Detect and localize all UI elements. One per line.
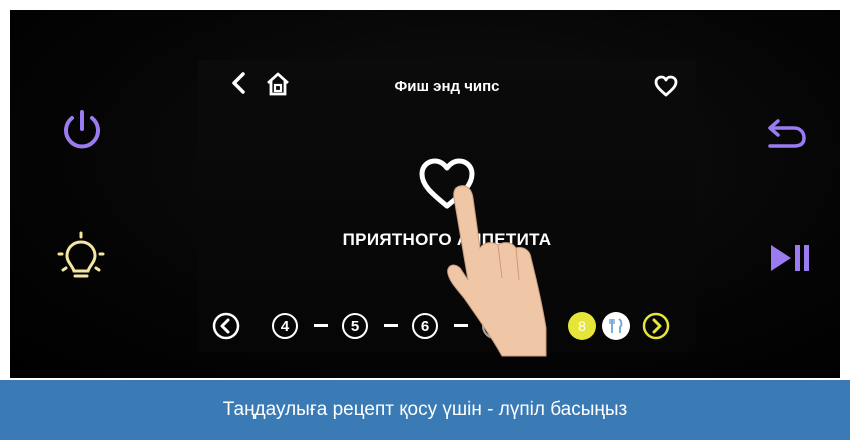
- touch-screen: Фиш энд чипс ПРИЯТНОГО АППЕТИТА 4 5 6 8: [198, 60, 696, 357]
- power-button[interactable]: [52, 100, 112, 160]
- oven-display: Фиш энд чипс ПРИЯТНОГО АППЕТИТА 4 5 6 8 …: [0, 0, 850, 440]
- next-step-button[interactable]: [642, 312, 670, 340]
- chevron-left-circle-icon: [212, 312, 240, 340]
- prev-step-button[interactable]: [212, 312, 240, 340]
- fork-knife-icon: [609, 318, 623, 333]
- play-pause-button[interactable]: [762, 235, 817, 280]
- instruction-caption: Таңдаулыға рецепт қосу үшін - лүпіл басы…: [0, 380, 850, 440]
- return-icon: [768, 118, 806, 148]
- step-4[interactable]: 4: [272, 313, 298, 339]
- step-divider: [314, 324, 328, 327]
- serve-step-button[interactable]: [602, 312, 630, 340]
- undo-button[interactable]: [762, 110, 812, 155]
- control-panel: Фиш энд чипс ПРИЯТНОГО АППЕТИТА 4 5 6 8: [10, 10, 840, 378]
- light-bulb-icon: [57, 231, 105, 278]
- heart-icon: [654, 75, 678, 97]
- power-icon: [64, 110, 100, 149]
- favorite-button[interactable]: [653, 74, 679, 98]
- chevron-right-circle-icon: [642, 312, 670, 340]
- play-pause-icon: [770, 244, 809, 271]
- step-divider: [384, 324, 398, 327]
- step-8-active[interactable]: 8: [568, 312, 596, 340]
- recipe-title: Фиш энд чипс: [394, 78, 500, 95]
- pointing-hand-illustration: [420, 178, 550, 362]
- light-button[interactable]: [46, 225, 116, 295]
- step-5[interactable]: 5: [342, 313, 368, 339]
